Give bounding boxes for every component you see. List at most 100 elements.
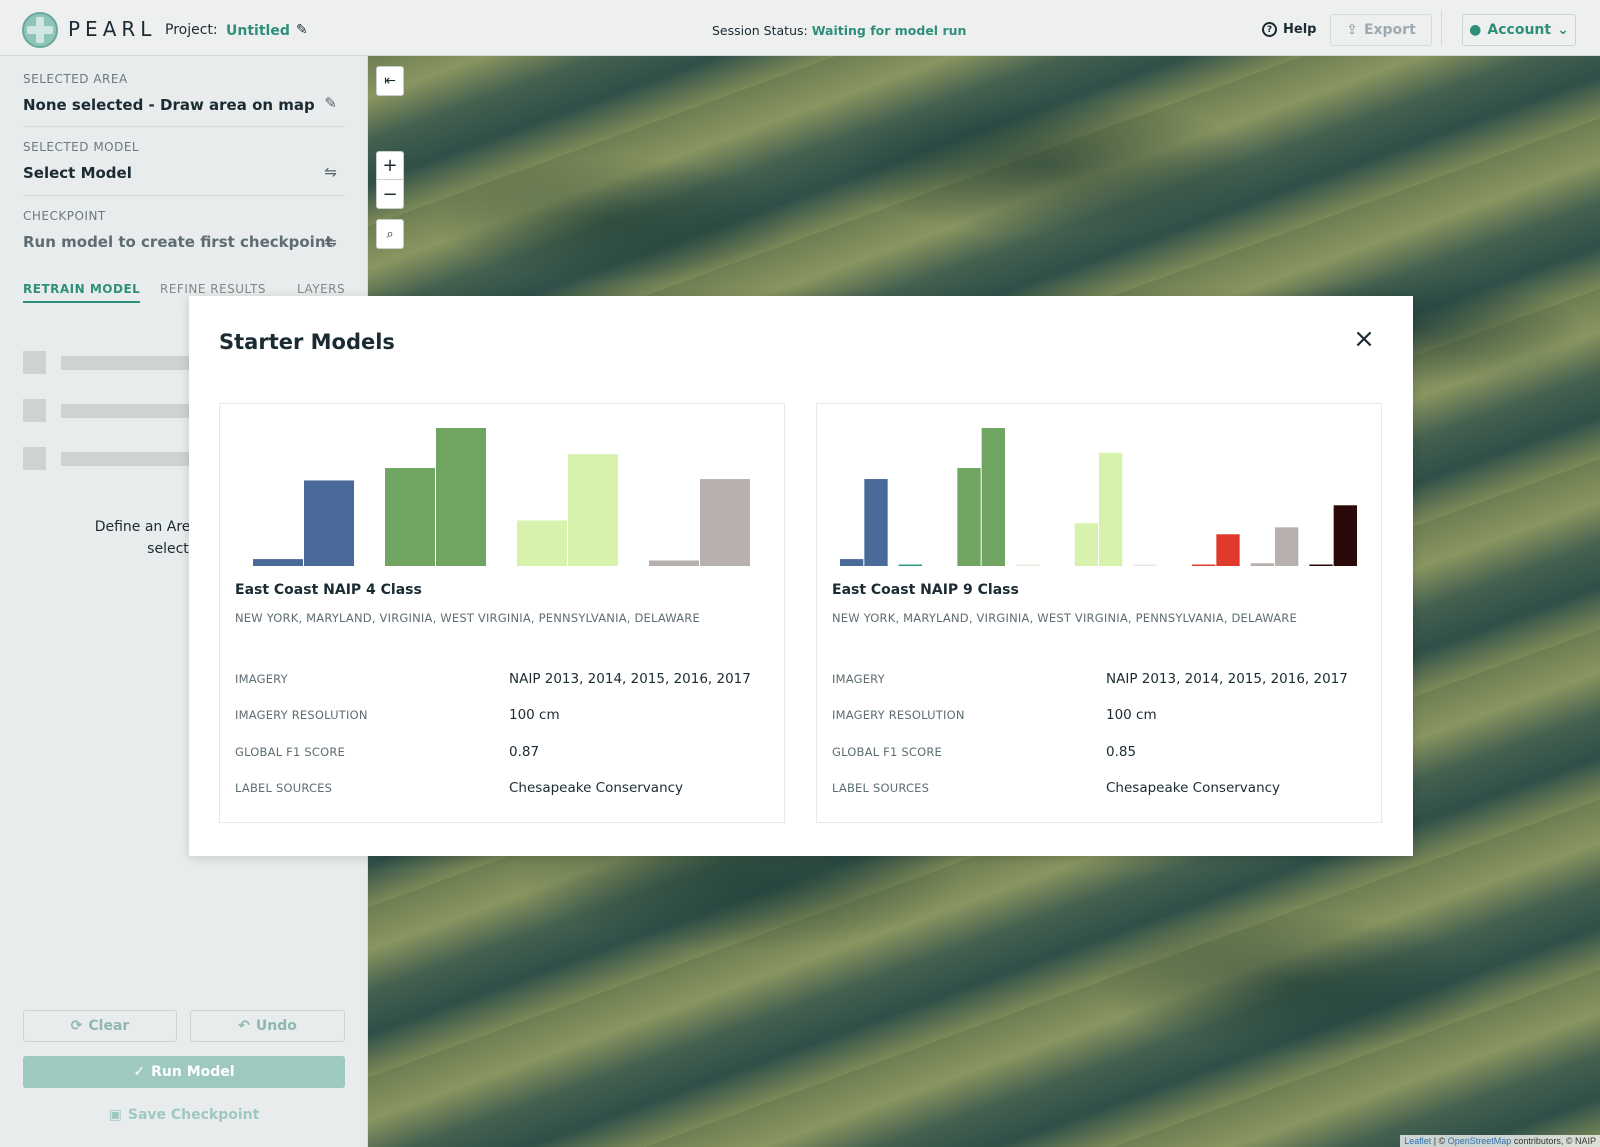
osm-link[interactable]: OpenStreetMap (1448, 1136, 1512, 1146)
run-model-button[interactable]: ✓ Run Model (23, 1056, 345, 1088)
chart-bar (1192, 564, 1216, 566)
account-button[interactable]: ● Account ⌄ (1462, 14, 1576, 46)
attr-value: NAIP 2013, 2014, 2015, 2016, 2017 (509, 671, 751, 687)
logo-text: PEARL (68, 17, 157, 41)
close-icon[interactable]: × (1351, 326, 1377, 352)
chart-bar (1275, 527, 1299, 566)
chart-bar (840, 559, 864, 566)
attr-value: 100 cm (1106, 707, 1157, 723)
chart-bar (1216, 534, 1240, 566)
attr-value: Chesapeake Conservancy (509, 780, 684, 796)
chart-bar (1309, 564, 1333, 566)
model-card-4-class[interactable]: East Coast NAIP 4 Class NEW YORK, MARYLA… (219, 403, 785, 823)
share-icon: ⇪ (1346, 22, 1358, 38)
placeholder-box (23, 351, 46, 374)
map-attribution: Leaflet | © OpenStreetMap contributors, … (1400, 1135, 1600, 1147)
modal-title: Starter Models (219, 330, 395, 354)
undo-button[interactable]: ↶ Undo (190, 1010, 345, 1042)
checkpoint-label: CHECKPOINT (23, 209, 106, 223)
chart-bar (981, 428, 1005, 566)
swap-icon[interactable]: ⇋ (324, 233, 337, 251)
chart-bar (568, 454, 618, 566)
clear-label: Clear (88, 1018, 130, 1034)
chart-bar (1333, 505, 1357, 566)
attr-label: IMAGERY RESOLUTION (235, 708, 368, 722)
attr-value: Chesapeake Conservancy (1106, 780, 1281, 796)
tab-layers[interactable]: LAYERS (297, 282, 345, 296)
attr-global-f1-score: GLOBAL F1 SCORE 0.87 (235, 744, 771, 767)
attr-global-f1-score: GLOBAL F1 SCORE 0.85 (832, 744, 1368, 767)
attr-imagery: IMAGERY NAIP 2013, 2014, 2015, 2016, 201… (832, 671, 1368, 694)
export-label: Export (1363, 22, 1416, 38)
chart-bar (1133, 564, 1157, 566)
model-name: East Coast NAIP 9 Class (832, 582, 1019, 598)
class-distribution-chart (840, 428, 1357, 566)
checkpoint-field[interactable]: CHECKPOINT Run model to create first che… (23, 209, 345, 265)
model-regions: NEW YORK, MARYLAND, VIRGINIA, WEST VIRGI… (832, 611, 1297, 625)
selected-model-field[interactable]: SELECTED MODEL Select Model ⇋ (23, 140, 345, 196)
zoom-control: + − (376, 151, 404, 209)
session-status: Session Status: Waiting for model run (712, 23, 966, 38)
chart-bar (1074, 523, 1098, 566)
help-label: Help (1283, 22, 1317, 37)
attr-imagery-resolution: IMAGERY RESOLUTION 100 cm (832, 707, 1368, 730)
clear-button[interactable]: ⟳ Clear (23, 1010, 177, 1042)
project-name[interactable]: Untitled (226, 23, 290, 39)
question-circle-icon: ? (1262, 22, 1277, 37)
save-checkpoint-button[interactable]: ▣ Save Checkpoint (23, 1100, 345, 1130)
user-icon: ● (1469, 22, 1482, 38)
chart-bar (957, 468, 981, 566)
zoom-in-button[interactable]: + (377, 152, 403, 180)
swap-icon[interactable]: ⇋ (324, 163, 337, 181)
search-icon[interactable]: ⌕ (377, 220, 403, 248)
model-regions: NEW YORK, MARYLAND, VIRGINIA, WEST VIRGI… (235, 611, 700, 625)
selected-area-field[interactable]: SELECTED AREA None selected - Draw area … (23, 72, 345, 127)
collapse-sidebar-control[interactable]: ⇤ (376, 66, 404, 96)
chart-bar (253, 559, 303, 566)
help-button[interactable]: ? Help (1262, 22, 1316, 37)
project-label: Project: (165, 22, 218, 38)
chart-bar (304, 480, 354, 566)
attr-label: IMAGERY (235, 672, 288, 686)
model-card-9-class[interactable]: East Coast NAIP 9 Class NEW YORK, MARYLA… (816, 403, 1382, 823)
attr-label: IMAGERY RESOLUTION (832, 708, 965, 722)
leaflet-link[interactable]: Leaflet (1404, 1136, 1431, 1146)
save-icon: ▣ (108, 1107, 122, 1123)
app-header: PEARL Project: Untitled ✎ Session Status… (0, 0, 1600, 56)
export-button[interactable]: ⇪ Export (1330, 14, 1432, 46)
chart-bar (385, 468, 435, 566)
attr-label: IMAGERY (832, 672, 885, 686)
attr-label-sources: LABEL SOURCES Chesapeake Conservancy (235, 780, 771, 803)
chart-bar (1250, 563, 1274, 566)
pearl-logo-icon (22, 12, 58, 48)
model-name: East Coast NAIP 4 Class (235, 582, 422, 598)
chart-bar (700, 479, 750, 566)
selected-model-value: Select Model (23, 164, 132, 182)
status-label: Session Status: (712, 23, 808, 38)
attr-value: 0.85 (1106, 744, 1137, 760)
attr-value: 100 cm (509, 707, 560, 723)
placeholder-box (23, 447, 46, 470)
pencil-icon[interactable]: ✎ (324, 94, 337, 112)
attr-label: GLOBAL F1 SCORE (832, 745, 943, 759)
pencil-icon[interactable]: ✎ (296, 22, 308, 38)
attr-imagery-resolution: IMAGERY RESOLUTION 100 cm (235, 707, 771, 730)
map-search-control[interactable]: ⌕ (376, 219, 404, 249)
attr-label: LABEL SOURCES (832, 781, 930, 795)
selected-model-label: SELECTED MODEL (23, 140, 140, 154)
tab-retrain-model[interactable]: RETRAIN MODEL (23, 282, 141, 303)
tab-refine-results[interactable]: REFINE RESULTS (160, 282, 266, 296)
checkmark-icon: ✓ (133, 1064, 146, 1080)
starter-models-modal: Starter Models × East Coast NAIP 4 Class… (189, 296, 1413, 856)
attr-imagery: IMAGERY NAIP 2013, 2014, 2015, 2016, 201… (235, 671, 771, 694)
chart-bar (649, 560, 699, 566)
zoom-out-button[interactable]: − (377, 180, 403, 208)
collapse-left-icon[interactable]: ⇤ (377, 67, 403, 95)
class-distribution-chart (253, 428, 750, 566)
attr-value: NAIP 2013, 2014, 2015, 2016, 2017 (1106, 671, 1348, 687)
undo-icon: ↶ (238, 1018, 250, 1034)
attr-value: 0.87 (509, 744, 540, 760)
attribution-text: contributors, © NAIP (1513, 1136, 1596, 1146)
chart-bar (1099, 452, 1123, 566)
chart-bar (517, 520, 567, 566)
